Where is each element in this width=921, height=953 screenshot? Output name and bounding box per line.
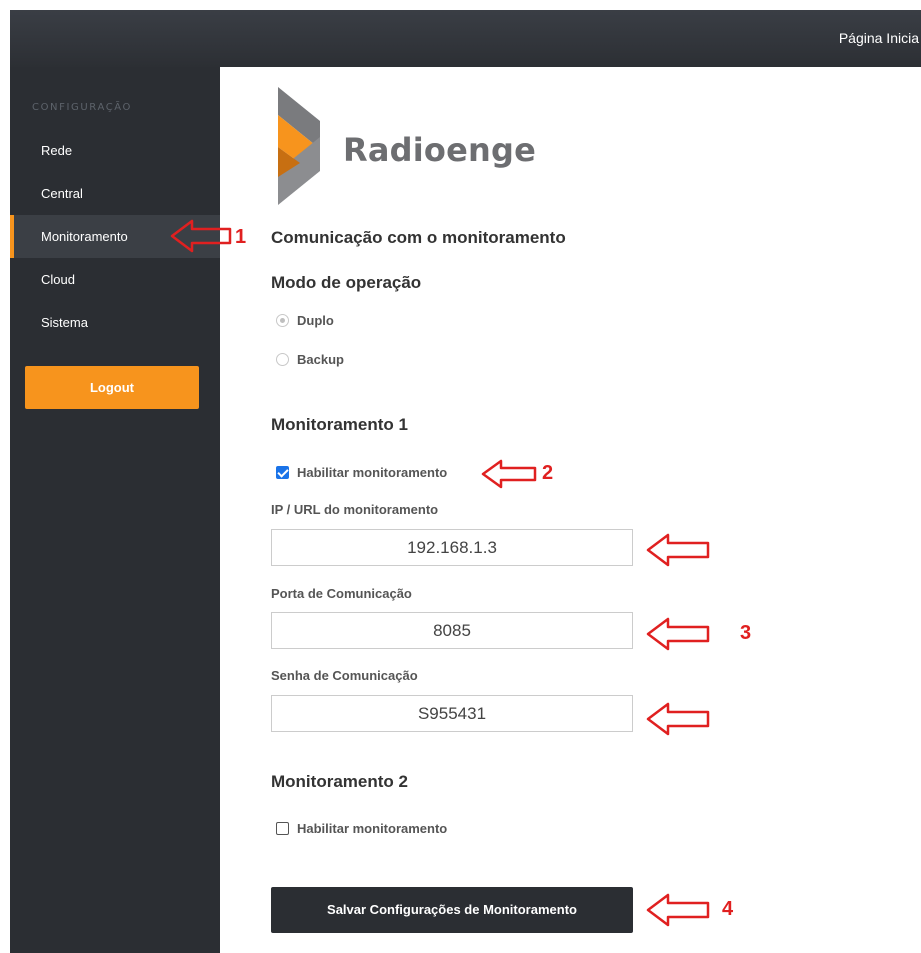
radioenge-logo-icon (278, 87, 320, 205)
annotation-arrow-port-icon (646, 617, 710, 651)
annotation-arrow-1-icon (170, 219, 232, 253)
port-input[interactable]: 8085 (271, 612, 633, 649)
radio-button[interactable] (276, 353, 289, 366)
annotation-arrow-2-icon (481, 459, 537, 489)
logout-button[interactable]: Logout (25, 366, 199, 409)
annotation-number-2: 2 (542, 462, 554, 484)
password-input[interactable]: S955431 (271, 695, 633, 732)
annotation-arrow-4-icon (646, 893, 710, 927)
monitor2-title: Monitoramento 2 (271, 772, 408, 791)
save-monitoring-button[interactable]: Salvar Configurações de Monitoramento (271, 887, 633, 933)
sidebar-item-rede[interactable]: Rede (10, 129, 220, 172)
radio-button[interactable] (276, 314, 289, 327)
checkbox-label: Habilitar monitoramento (297, 465, 448, 480)
sidebar-item-sistema[interactable]: Sistema (10, 301, 220, 344)
monitor2-enable-checkbox[interactable]: Habilitar monitoramento (276, 821, 447, 836)
radio-label: Duplo (297, 313, 334, 328)
mode-title: Modo de operação (271, 273, 422, 292)
brand-name: Radioenge (343, 131, 536, 169)
annotation-arrow-password-icon (646, 702, 710, 736)
ip-input[interactable]: 192.168.1.3 (271, 529, 633, 566)
annotation-number-3: 3 (740, 622, 752, 644)
radio-backup[interactable]: Backup (276, 352, 344, 367)
checkbox[interactable] (276, 466, 289, 479)
top-navbar: Página Inicia (10, 10, 921, 67)
monitor1-title: Monitoramento 1 (271, 415, 408, 434)
sidebar-item-cloud[interactable]: Cloud (10, 258, 220, 301)
monitor1-enable-checkbox[interactable]: Habilitar monitoramento (276, 465, 447, 480)
home-link[interactable]: Página Inicia (839, 10, 921, 67)
radio-duplo[interactable]: Duplo (276, 313, 334, 328)
annotation-number-4: 4 (722, 898, 734, 920)
page-title: Comunicação com o monitoramento (271, 228, 566, 247)
password-label: Senha de Comunicação (271, 668, 418, 683)
port-label: Porta de Comunicação (271, 586, 412, 601)
sidebar-section-title: CONFIGURAÇÃO (32, 102, 133, 113)
checkbox-label: Habilitar monitoramento (297, 821, 448, 836)
ip-label: IP / URL do monitoramento (271, 502, 439, 517)
sidebar-item-central[interactable]: Central (10, 172, 220, 215)
radio-label: Backup (297, 352, 344, 367)
checkbox[interactable] (276, 822, 289, 835)
annotation-number-1: 1 (235, 226, 247, 248)
sidebar: CONFIGURAÇÃO Rede Central Monitoramento … (10, 67, 220, 953)
annotation-arrow-ip-icon (646, 533, 710, 567)
